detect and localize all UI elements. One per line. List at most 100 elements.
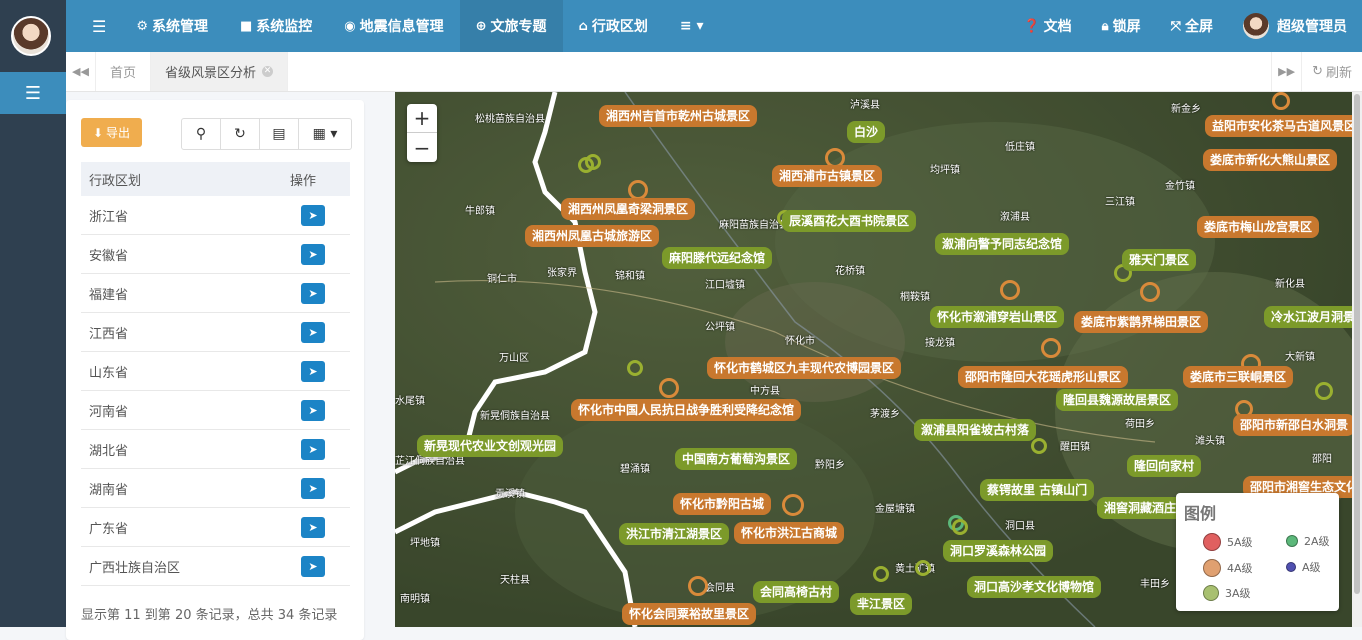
search-icon[interactable]: ⚲ — [182, 119, 221, 149]
table-row: 河南省 ➤ — [81, 391, 350, 430]
place-name: 江口墟镇 — [705, 280, 745, 291]
scenic-spot-label[interactable]: 湘西州吉首市乾州古城景区 — [599, 105, 758, 127]
scenic-spot-label[interactable]: 隆回县魏源故居景区 — [1056, 389, 1179, 411]
locate-icon[interactable]: ➤ — [301, 477, 325, 499]
scenic-marker[interactable] — [659, 378, 679, 398]
scenic-spot-label[interactable]: 怀化市黔阳古城 — [673, 493, 772, 515]
tab-bar: ◀◀ 首页 省级风景区分析 ✕ ▶▶ ↻ 刷新 — [66, 52, 1362, 92]
region-name: 河南省 — [89, 404, 129, 420]
scenic-marker[interactable] — [1272, 92, 1290, 110]
lock-screen-button[interactable]: 🔒︎ 锁屏 — [1087, 0, 1156, 52]
zoom-out-button[interactable]: − — [407, 133, 437, 162]
nav-item-4[interactable]: ⌂ 行政区划 — [563, 0, 664, 52]
scenic-spot-label[interactable]: 洞口罗溪森林公园 — [943, 540, 1054, 562]
scenic-marker[interactable] — [628, 180, 648, 200]
tab-current[interactable]: 省级风景区分析 ✕ — [151, 52, 289, 91]
scenic-spot-label[interactable]: 怀化市溆浦穿岩山景区 — [930, 306, 1065, 328]
map-view[interactable]: 松桃苗族自治县 泸溪县 新金乡 低庄镇 张家界 均坪镇 牛郎镇 麻阳苗族自治县 溆浦县 三江镇 铜仁… — [395, 92, 1352, 627]
scenic-spot-label[interactable]: 冷水江波月洞景 — [1264, 306, 1352, 328]
locate-icon[interactable]: ➤ — [301, 204, 325, 226]
page-scrollbar[interactable] — [1352, 92, 1362, 627]
scenic-spot-label[interactable]: 湘窖洞藏酒庄 — [1097, 497, 1184, 519]
scenic-spot-label[interactable]: 怀化会同粟裕故里景区 — [622, 603, 757, 625]
columns-dropdown-icon[interactable]: ▦ ▾ — [299, 119, 351, 149]
scenic-spot-label[interactable]: 雅天门景区 — [1122, 249, 1197, 271]
nav-item-1[interactable]: ■ 系统监控 — [224, 0, 328, 52]
scenic-marker[interactable] — [1315, 382, 1333, 400]
scenic-spot-label[interactable]: 芈江景区 — [850, 593, 913, 615]
locate-icon[interactable]: ➤ — [301, 360, 325, 382]
fullscreen-button[interactable]: ⤧ 全屏 — [1156, 0, 1228, 52]
scenic-spot-label[interactable]: 麻阳滕代远纪念馆 — [662, 247, 773, 269]
locate-icon[interactable]: ➤ — [301, 243, 325, 265]
more-menu-button[interactable]: ≡ ▾ — [664, 0, 720, 52]
scenic-spot-label[interactable]: 辰溪酉花大酉书院景区 — [782, 210, 917, 232]
scenic-spot-label[interactable]: 湘西州凤凰奇梁洞景区 — [561, 198, 696, 220]
locate-icon[interactable]: ➤ — [301, 321, 325, 343]
list-toggle-icon[interactable]: ▤ — [260, 119, 299, 149]
scenic-spot-label[interactable]: 洪江市清江湖景区 — [619, 523, 730, 545]
locate-icon[interactable]: ➤ — [301, 555, 325, 577]
legend-label: 4A级 — [1227, 562, 1253, 575]
scenic-spot-label[interactable]: 怀化市中国人民抗日战争胜利受降纪念馆 — [571, 399, 802, 421]
scenic-marker[interactable] — [627, 360, 643, 376]
scenic-spot-label[interactable]: 娄底市紫鹊界梯田景区 — [1074, 311, 1209, 333]
tab-scroll-left-icon[interactable]: ◀◀ — [66, 52, 96, 91]
scenic-spot-label[interactable]: 邵阳市隆回大花瑶虎形山景区 — [958, 366, 1129, 388]
scenic-spot-label[interactable]: 洞口高沙孝文化博物馆 — [967, 576, 1102, 598]
scenic-spot-label[interactable]: 娄底市新化大熊山景区 — [1203, 149, 1338, 171]
nav-item-2[interactable]: ◉ 地震信息管理 — [328, 0, 459, 52]
scenic-spot-label[interactable]: 白沙 — [847, 121, 886, 143]
user-menu[interactable]: 超级管理员 — [1228, 0, 1362, 52]
rail-menu-icon[interactable]: ☰ — [0, 72, 66, 114]
export-button[interactable]: ⬇ 导出 — [81, 118, 142, 147]
user-name: 超级管理员 — [1277, 19, 1347, 35]
scenic-marker[interactable] — [873, 566, 889, 582]
scenic-spot-label[interactable]: 怀化市洪江古商城 — [734, 522, 845, 544]
scenic-spot-label[interactable]: 中国南方葡萄沟景区 — [675, 448, 798, 470]
scenic-marker[interactable] — [1000, 280, 1020, 300]
scenic-spot-label[interactable]: 蔡锷故里 古镇山门 — [980, 479, 1095, 501]
table-row: 浙江省 ➤ — [81, 196, 350, 235]
nav-item-3[interactable]: ⊕ 文旅专题 — [459, 0, 563, 52]
scenic-spot-label[interactable]: 湘西州凤凰古城旅游区 — [525, 225, 660, 247]
scenic-marker[interactable] — [952, 519, 968, 535]
scenic-marker[interactable] — [1041, 338, 1061, 358]
scenic-spot-label[interactable]: 会同高椅古村 — [753, 581, 840, 603]
refresh-button[interactable]: ↻ 刷新 — [1301, 52, 1362, 91]
scenic-spot-label[interactable]: 溆浦县阳雀坡古村落 — [914, 419, 1037, 441]
tab-scroll-right-icon[interactable]: ▶▶ — [1271, 52, 1301, 91]
scenic-marker[interactable] — [1031, 438, 1047, 454]
place-name: 坪地镇 — [410, 538, 440, 549]
scenic-marker[interactable] — [578, 157, 594, 173]
place-name: 荷田乡 — [1125, 419, 1155, 430]
nav-item-0[interactable]: ⚙ 系统管理 — [120, 0, 224, 52]
scenic-marker[interactable] — [1140, 282, 1160, 302]
scenic-spot-label[interactable]: 邵阳市新邵白水洞景 — [1233, 414, 1352, 436]
scenic-spot-label[interactable]: 隆回向家村 — [1127, 455, 1202, 477]
scrollbar-thumb[interactable] — [1354, 94, 1360, 594]
tab-close-icon[interactable]: ✕ — [262, 66, 274, 77]
tab-home[interactable]: 首页 — [96, 52, 152, 91]
locate-icon[interactable]: ➤ — [301, 516, 325, 538]
scenic-marker[interactable] — [688, 576, 708, 596]
column-header-region[interactable]: 行政区划 — [81, 170, 290, 189]
scenic-spot-label[interactable]: 娄底市三联峒景区 — [1183, 366, 1294, 388]
scenic-marker[interactable] — [782, 494, 804, 516]
refresh-table-icon[interactable]: ↻ — [221, 119, 260, 149]
locate-icon[interactable]: ➤ — [301, 282, 325, 304]
scenic-spot-label[interactable]: 怀化市鹤城区九丰现代农博园景区 — [707, 357, 902, 379]
scenic-spot-label[interactable]: 娄底市梅山龙宫景区 — [1197, 216, 1320, 238]
scenic-spot-label[interactable]: 溆浦向警予同志纪念馆 — [935, 233, 1070, 255]
scenic-spot-label[interactable]: 湘西浦市古镇景区 — [772, 165, 883, 187]
rail-avatar[interactable] — [11, 16, 51, 56]
docs-link[interactable]: ❓ 文档 — [1008, 0, 1086, 52]
locate-icon[interactable]: ➤ — [301, 438, 325, 460]
zoom-in-button[interactable]: + — [407, 104, 437, 133]
scenic-spot-label[interactable]: 益阳市安化茶马古道风景区 — [1205, 115, 1352, 137]
sidebar-toggle-icon[interactable]: ☰ — [66, 0, 120, 52]
scenic-spot-label[interactable]: 新晃现代农业文创观光园 — [417, 435, 564, 457]
table-row: 安徽省 ➤ — [81, 235, 350, 274]
scenic-marker[interactable] — [915, 560, 931, 576]
locate-icon[interactable]: ➤ — [301, 399, 325, 421]
